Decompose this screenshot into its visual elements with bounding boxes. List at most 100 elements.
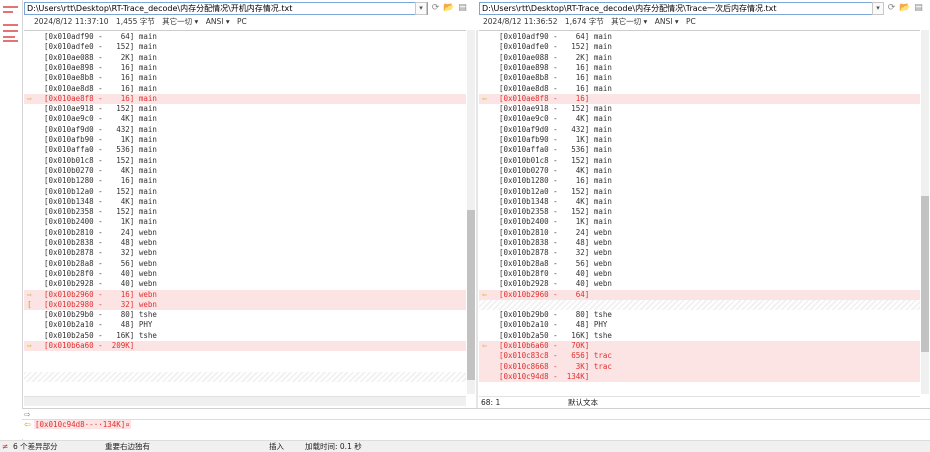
text-line[interactable]: [0x010ae918 - 152] main xyxy=(24,104,466,114)
right-text-pane[interactable]: [0x010adf90 - 64] main [0x010adfe0 - 152]… xyxy=(479,30,920,397)
text-line[interactable]: [0x010b2a10 - 48] PHY xyxy=(479,320,920,330)
line-text: [0x010b1280 - 16] main xyxy=(44,176,157,186)
text-line[interactable]: [0x010b12a0 - 152] main xyxy=(24,187,466,197)
text-line[interactable]: [0x010b28a8 - 56] webn xyxy=(24,259,466,269)
text-line[interactable]: [0x010b2838 - 48] webn xyxy=(24,238,466,248)
text-line[interactable]: [0x010ae9c0 - 4K] main xyxy=(479,114,920,124)
right-encoding-select[interactable]: ANSI ▾ xyxy=(655,17,679,26)
text-line[interactable]: [0x010b0270 - 4K] main xyxy=(479,166,920,176)
right-format-select[interactable]: 其它一切 ▾ xyxy=(611,17,647,26)
text-line[interactable] xyxy=(479,299,920,311)
text-line[interactable]: [0x010b1280 - 16] main xyxy=(24,176,466,186)
text-line[interactable]: [0x010adfe0 - 152] main xyxy=(479,42,920,52)
text-line[interactable]: [0x010b2878 - 32] webn xyxy=(479,248,920,258)
left-open-folder-icon[interactable]: 📂 xyxy=(443,3,454,14)
text-line[interactable]: [0x010b2a50 - 16K] tshe xyxy=(479,331,920,341)
right-save-icon[interactable]: ▤ xyxy=(913,3,924,14)
diff-line[interactable]: ⇦ [0x010b2960 - 64] xyxy=(479,289,920,300)
left-save-icon[interactable]: ▤ xyxy=(457,3,468,14)
left-browse-icon[interactable]: ⟳ xyxy=(430,3,441,14)
text-line[interactable]: [0x010ae8b8 - 16] main xyxy=(479,73,920,83)
text-line[interactable]: [0x010b28a8 - 56] webn xyxy=(479,259,920,269)
line-text: [0x010af9d0 - 432] main xyxy=(499,124,612,134)
text-line[interactable]: [0x010b29b0 - 80] tshe xyxy=(24,310,466,320)
right-vertical-scrollbar[interactable] xyxy=(921,30,929,394)
right-path-field[interactable]: D:\Users\rtt\Desktop\RT-Trace_decode\内存分… xyxy=(479,2,884,15)
text-line[interactable]: [0x010b2358 - 152] main xyxy=(479,207,920,217)
left-vertical-scrollbar[interactable] xyxy=(467,30,475,394)
text-line[interactable]: [0x010b01c8 - 152] main xyxy=(24,156,466,166)
text-line[interactable]: [0x010ae088 - 2K] main xyxy=(479,53,920,63)
text-line[interactable]: [0x010af9d0 - 432] main xyxy=(24,125,466,135)
text-line[interactable]: [0x010b2400 - 1K] main xyxy=(479,217,920,227)
text-line[interactable]: [0x010afb90 - 1K] main xyxy=(24,135,466,145)
text-line[interactable]: [0x010b2928 - 40] webn xyxy=(24,279,466,289)
left-scroll-thumb[interactable] xyxy=(467,210,475,380)
diff-line[interactable]: ⇨ [0x010b6a60 - 209K] xyxy=(24,341,466,352)
text-line[interactable]: [0x010b1280 - 16] main xyxy=(479,176,920,186)
text-line[interactable]: [0x010b01c8 - 152] main xyxy=(479,156,920,166)
text-line[interactable]: [0x010adfe0 - 152] main xyxy=(24,42,466,52)
text-line[interactable]: [0x010b1348 - 4K] main xyxy=(24,197,466,207)
diff-line[interactable]: ⇦ [0x010ae8f8 - 16] xyxy=(479,93,920,105)
left-path-dropdown[interactable]: ▾ xyxy=(415,2,427,15)
diff-line[interactable]: [0x010c8668 - 3K] trac xyxy=(479,361,920,372)
diff-left-arrow-icon: ⇦ xyxy=(482,93,487,103)
line-text: [0x010b01c8 - 152] main xyxy=(499,155,612,165)
text-line[interactable]: [0x010b2400 - 1K] main xyxy=(24,217,466,227)
text-line[interactable]: [0x010b2a10 - 48] PHY xyxy=(24,320,466,330)
diff-line[interactable]: [[0x010b2980 - 32] webn xyxy=(24,299,466,311)
text-line[interactable]: [0x010b1348 - 4K] main xyxy=(479,197,920,207)
right-open-folder-icon[interactable]: 📂 xyxy=(899,3,910,14)
text-line[interactable]: [0x010affa0 - 536] main xyxy=(479,145,920,155)
diff-line[interactable]: ⇨ [0x010ae8f8 - 16] main xyxy=(24,93,466,105)
right-path-dropdown[interactable]: ▾ xyxy=(872,2,884,15)
text-line[interactable] xyxy=(24,382,466,392)
left-encoding-select[interactable]: ANSI ▾ xyxy=(206,17,230,26)
text-line[interactable]: [0x010ae898 - 16] main xyxy=(479,63,920,73)
text-line[interactable]: [0x010ae8b8 - 16] main xyxy=(24,73,466,83)
left-path-field[interactable]: D:\Users\rtt\Desktop\RT-Trace_decode\内存分… xyxy=(24,2,428,15)
right-scroll-thumb[interactable] xyxy=(921,196,929,352)
text-line[interactable]: [0x010adf90 - 64] main xyxy=(479,32,920,42)
text-line[interactable] xyxy=(479,382,920,392)
right-browse-icon[interactable]: ⟳ xyxy=(886,3,897,14)
text-line[interactable]: [0x010af9d0 - 432] main xyxy=(479,125,920,135)
text-line[interactable]: [0x010ae918 - 152] main xyxy=(479,104,920,114)
left-text-pane[interactable]: [0x010adf90 - 64] main [0x010adfe0 - 152]… xyxy=(24,30,466,397)
text-line[interactable]: [0x010b2358 - 152] main xyxy=(24,207,466,217)
diff-overview-strip[interactable] xyxy=(0,0,23,440)
left-size: 1,455 字节 xyxy=(115,17,155,26)
text-line[interactable]: [0x010b29b0 - 80] tshe xyxy=(479,310,920,320)
text-line[interactable]: [0x010b12a0 - 152] main xyxy=(479,187,920,197)
left-line-ending[interactable]: PC xyxy=(237,17,247,26)
text-line[interactable]: [0x010b2810 - 24] webn xyxy=(24,228,466,238)
text-line[interactable]: [0x010b2810 - 24] webn xyxy=(479,228,920,238)
text-line[interactable]: [0x010afb90 - 1K] main xyxy=(479,135,920,145)
text-line[interactable]: [0x010affa0 - 536] main xyxy=(24,145,466,155)
text-line[interactable]: [0x010b28f0 - 40] webn xyxy=(24,269,466,279)
text-line[interactable]: [0x010b2838 - 48] webn xyxy=(479,238,920,248)
text-line[interactable]: [0x010ae898 - 16] main xyxy=(24,63,466,73)
text-line[interactable] xyxy=(24,362,466,372)
text-line[interactable]: [0x010ae8d8 - 16] main xyxy=(479,84,920,94)
text-line[interactable] xyxy=(24,351,466,361)
diff-line[interactable]: ⇨ [0x010b2960 - 16] webn xyxy=(24,289,466,300)
diff-line[interactable]: [0x010c94d8 - 134K] xyxy=(479,371,920,383)
text-line[interactable]: [0x010adf90 - 64] main xyxy=(24,32,466,42)
text-line[interactable] xyxy=(24,371,466,383)
text-line[interactable]: [0x010b2878 - 32] webn xyxy=(24,248,466,258)
text-line[interactable]: [0x010b0270 - 4K] main xyxy=(24,166,466,176)
diff-line[interactable]: ⇦ [0x010b6a60 - 70K] xyxy=(479,341,920,352)
left-horizontal-scrollbar[interactable] xyxy=(24,396,466,406)
text-line[interactable]: [0x010b2928 - 40] webn xyxy=(479,279,920,289)
text-line[interactable]: [0x010b28f0 - 40] webn xyxy=(479,269,920,279)
text-line[interactable]: [0x010ae9c0 - 4K] main xyxy=(24,114,466,124)
text-line[interactable]: [0x010b2a50 - 16K] tshe xyxy=(24,331,466,341)
right-line-ending[interactable]: PC xyxy=(686,17,696,26)
left-format-select[interactable]: 其它一切 ▾ xyxy=(162,17,198,26)
text-line[interactable]: [0x010ae088 - 2K] main xyxy=(24,53,466,63)
pane-splitter[interactable] xyxy=(476,30,478,408)
text-line[interactable]: [0x010ae8d8 - 16] main xyxy=(24,84,466,94)
diff-line[interactable]: [0x010c83c8 - 656] trac xyxy=(479,351,920,362)
